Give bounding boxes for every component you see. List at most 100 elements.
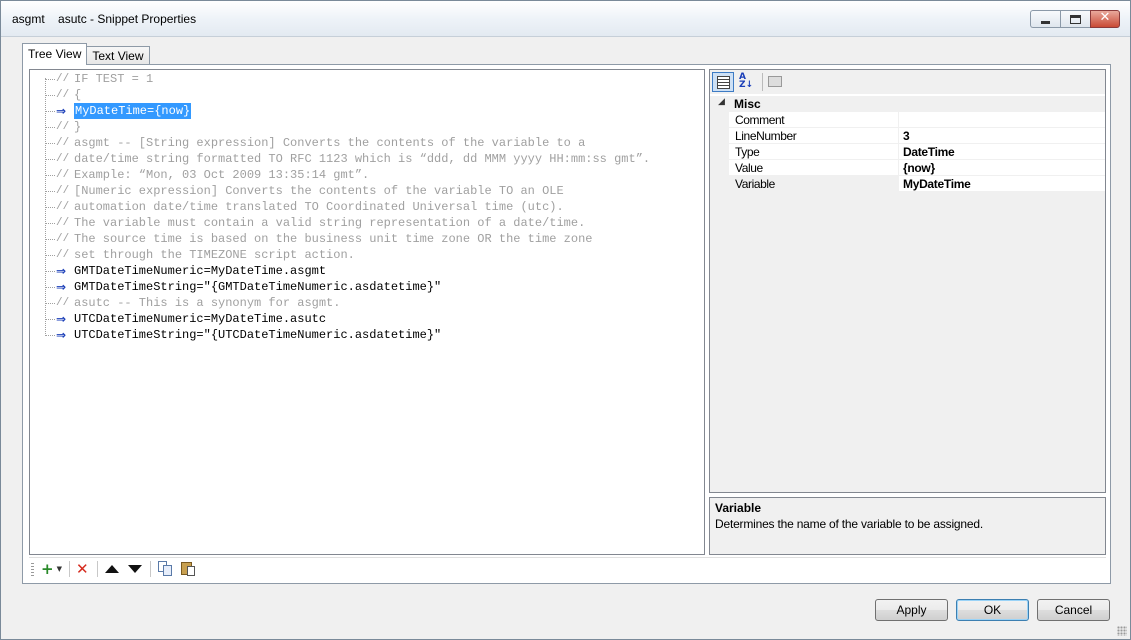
tree-node-comment[interactable]: // { [30,87,704,103]
minimize-button[interactable] [1030,10,1060,28]
category-misc[interactable]: ◢ Misc [710,96,1105,112]
property-value[interactable]: MyDateTime [903,177,971,191]
snippet-properties-window: asgmt asutc - Snippet Properties ✕ Tree … [0,0,1131,640]
delete-button[interactable]: ✕ [76,560,89,578]
property-gutter [710,160,729,176]
property-row-type[interactable]: Type DateTime [710,144,1105,160]
tree-node-comment[interactable]: // automation date/time translated TO Coo… [30,199,704,215]
tree-connector-line [45,335,55,336]
assignment-arrow-icon: ⇒ [56,280,67,294]
property-value[interactable]: {now} [903,161,935,175]
property-gutter [710,144,729,160]
tree-node-comment[interactable]: // The variable must contain a valid stri… [30,215,704,231]
tab-text-view[interactable]: Text View [86,46,150,65]
tree-connector-line [45,239,55,240]
tree-node-statement[interactable]: ⇒ GMTDateTimeNumeric=MyDateTime.asgmt [30,263,704,279]
tree-connector-line [45,255,55,256]
tab-tree-view[interactable]: Tree View [22,43,88,65]
property-pages-icon [768,76,782,87]
tree-node-text: asutc -- This is a synonym for asgmt. [74,296,341,310]
property-name: LineNumber [735,129,797,143]
add-button[interactable]: + ▼ [41,560,62,578]
apply-button[interactable]: Apply [875,599,948,621]
tree-node-comment[interactable]: // asutc -- This is a synonym for asgmt. [30,295,704,311]
collapse-arrow-icon[interactable]: ◢ [718,97,725,107]
tree-node-text: asgmt -- [String expression] Converts th… [74,136,586,150]
categorized-button[interactable] [712,72,734,92]
tree-node-text: GMTDateTimeString="{GMTDateTimeNumeric.a… [74,280,442,294]
restore-icon [1070,15,1081,24]
close-button[interactable]: ✕ [1090,10,1120,28]
tree-node-comment[interactable]: // Example: “Mon, 03 Oct 2009 13:35:14 gm… [30,167,704,183]
copy-button[interactable] [157,560,173,578]
tree-node-statement[interactable]: ⇒ MyDateTime={now} [30,103,704,119]
tree-node-statement[interactable]: ⇒ GMTDateTimeString="{GMTDateTimeNumeric.… [30,279,704,295]
property-pages-button[interactable] [764,72,786,92]
property-list: ◢ Misc Comment LineNumber 3 Type DateTime Val… [710,94,1105,192]
tree-node-text: { [74,88,82,102]
categorized-icon [717,76,730,89]
tree-node-comment[interactable]: // asgmt -- [String expression] Converts … [30,135,704,151]
property-name: Comment [735,113,785,127]
tree-node-text: The variable must contain a valid string… [74,216,586,230]
paste-button[interactable] [180,560,196,578]
property-row-variable[interactable]: Variable MyDateTime [710,176,1105,192]
property-gutter [710,112,729,128]
cancel-button[interactable]: Cancel [1037,599,1110,621]
tree-node-text: date/time string formatted TO RFC 1123 w… [74,152,651,166]
tree-connector-line [45,319,55,320]
add-icon: + [41,560,54,578]
tree-node-text: } [74,120,82,134]
maximize-button[interactable] [1060,10,1090,28]
view-tabs: Tree View Text View [22,43,150,65]
comment-icon: // [56,137,70,149]
property-gutter [710,128,729,144]
paste-icon [180,560,196,576]
tree-connector-line [45,287,55,288]
tree-node-text: automation date/time translated TO Coord… [74,200,564,214]
tree-connector-line [45,95,55,96]
close-icon: ✕ [1099,10,1111,25]
property-row-comment[interactable]: Comment [710,112,1105,128]
toolbar-separator [69,561,70,577]
dropdown-arrow-icon: ▼ [56,565,62,573]
property-name: Value [735,161,763,175]
property-column-divider[interactable] [898,112,899,128]
property-column-divider[interactable] [898,176,899,192]
tree-connector-line [45,111,55,112]
move-down-button[interactable] [128,560,142,578]
comment-icon: // [56,233,70,245]
property-value[interactable]: 3 [903,129,910,143]
tree-view-page: //IF TEST = 1//{⇒ MyDateTime={now}//}//as… [22,64,1111,584]
tree-node-comment[interactable]: // IF TEST = 1 [30,71,704,87]
property-value[interactable]: DateTime [903,145,955,159]
tree-node-text: The source time is based on the business… [74,232,593,246]
toolbar-grip[interactable] [31,563,34,576]
tree-node-comment[interactable]: // date/time string formatted TO RFC 1123… [30,151,704,167]
resize-grip-icon[interactable] [1117,626,1127,636]
comment-icon: // [56,169,70,181]
tree-node-comment[interactable]: //} [30,119,704,135]
property-column-divider[interactable] [898,160,899,176]
property-row-linenumber[interactable]: LineNumber 3 [710,128,1105,144]
assignment-arrow-icon: ⇒ [56,104,67,118]
property-column-divider[interactable] [898,144,899,160]
move-up-button[interactable] [105,560,119,578]
property-row-value[interactable]: Value {now} [710,160,1105,176]
title-bar[interactable]: asgmt asutc - Snippet Properties ✕ [1,1,1130,37]
property-column-divider[interactable] [898,128,899,144]
tree-connector-line [45,79,55,80]
tree-node-statement[interactable]: ⇒ UTCDateTimeNumeric=MyDateTime.asutc [30,311,704,327]
property-grid: A Z↓ ◢ Misc Comment LineNumber 3 Type DateTi… [709,69,1106,493]
ok-button[interactable]: OK [956,599,1029,621]
tree-node-statement[interactable]: ⇒ UTCDateTimeString="{UTCDateTimeNumeric.… [30,327,704,343]
tree-node-comment[interactable]: // set through the TIMEZONE script action… [30,247,704,263]
comment-icon: // [56,217,70,229]
snippet-tree[interactable]: //IF TEST = 1//{⇒ MyDateTime={now}//}//as… [29,69,705,555]
comment-icon: // [56,153,70,165]
edit-toolbar: + ▼ ✕ [29,557,1106,579]
move-up-icon [105,565,119,573]
tree-node-comment[interactable]: // The source time is based on the busine… [30,231,704,247]
tree-node-comment[interactable]: // [Numeric expression] Converts the cont… [30,183,704,199]
alphabetical-button[interactable]: A Z↓ [736,72,758,92]
